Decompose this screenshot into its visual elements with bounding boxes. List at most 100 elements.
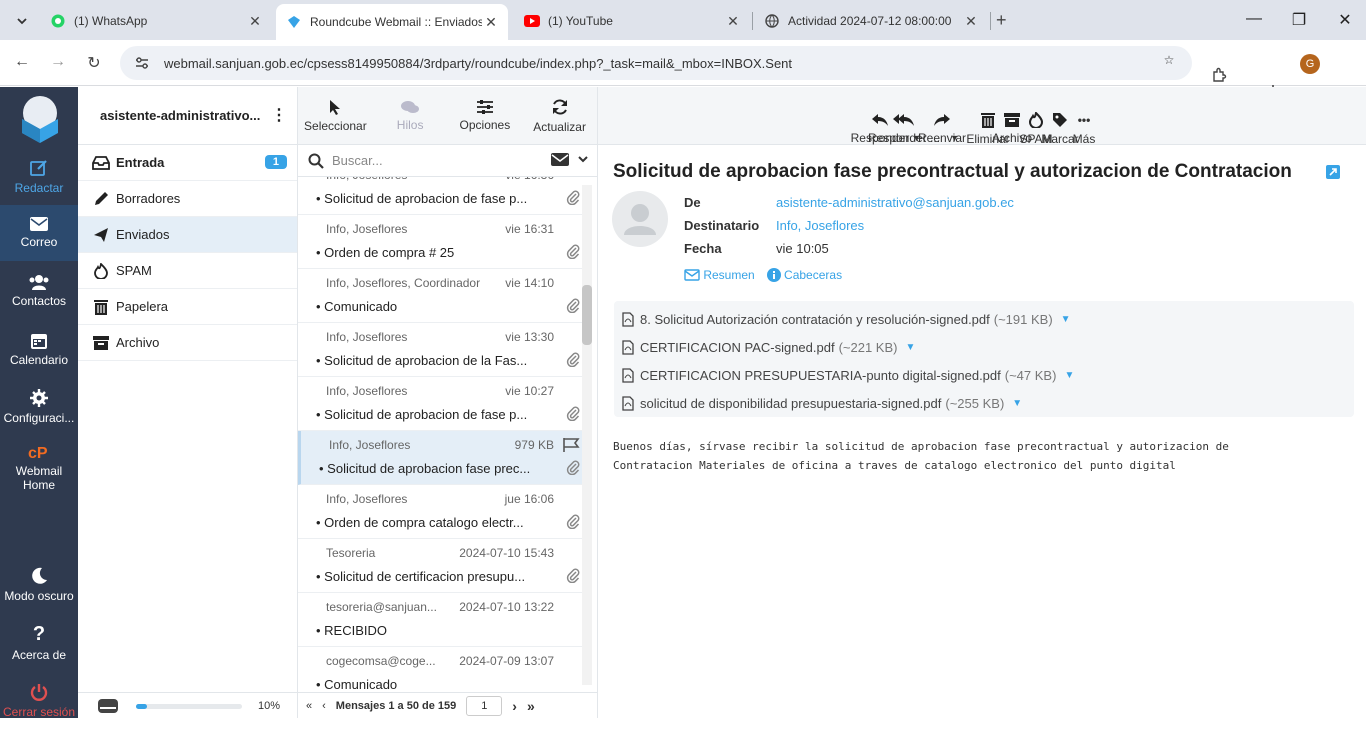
- attachment-menu-icon[interactable]: ▼: [1061, 314, 1071, 325]
- back-button[interactable]: ←: [12, 53, 32, 71]
- maximize-button[interactable]: ❐: [1289, 10, 1309, 30]
- help-icon: ?: [32, 623, 46, 645]
- attachment-item[interactable]: 8. Solicitud Autorización contratación y…: [614, 305, 1354, 333]
- folder-sent[interactable]: Enviados: [78, 217, 297, 253]
- reading-pane: Responder Responder ... ▼ Reenviar ▼ Eli…: [598, 87, 1366, 718]
- minimize-button[interactable]: —: [1244, 10, 1264, 28]
- mark-button[interactable]: Marcar: [1041, 112, 1079, 146]
- headers-link[interactable]: Cabeceras: [766, 268, 843, 282]
- close-tab-button[interactable]: ✕: [246, 13, 264, 30]
- more-button[interactable]: ••• Más: [1073, 112, 1096, 146]
- paperclip-icon: [566, 189, 580, 205]
- envelope-filter-icon[interactable]: [551, 153, 569, 166]
- message-row[interactable]: cogecomsa@coge... 2024-07-09 13:07 • Comun…: [298, 647, 588, 692]
- folder-inbox[interactable]: Entrada 1: [78, 145, 297, 181]
- button-label: Actualizar: [533, 119, 586, 134]
- folder-spam[interactable]: SPAM: [78, 253, 297, 289]
- to-address[interactable]: Info, Joseflores: [776, 218, 864, 233]
- refresh-button[interactable]: Actualizar: [522, 87, 597, 144]
- message-row[interactable]: Info, Joseflores 979 KB • Solicitud de apr…: [298, 431, 588, 485]
- folder-drafts[interactable]: Borradores: [78, 181, 297, 217]
- reload-button[interactable]: ↻: [84, 53, 104, 73]
- message-row[interactable]: Info, Joseflores vie 10:27 • Solicitud de …: [298, 377, 588, 431]
- message-date: 979 KB: [514, 438, 554, 452]
- select-button[interactable]: Seleccionar: [298, 87, 373, 144]
- attachment-item[interactable]: solicitud de disponibilidad presupuestar…: [614, 389, 1354, 417]
- chevron-down-icon[interactable]: [577, 153, 589, 166]
- search-bar[interactable]: Buscar...: [298, 145, 597, 177]
- nav-compose[interactable]: Redactar: [0, 149, 78, 205]
- message-row[interactable]: Info, Joseflores, Coordinador vie 14:10 • …: [298, 269, 588, 323]
- list-scrollbar[interactable]: [582, 185, 592, 685]
- summary-link[interactable]: Resumen: [684, 268, 755, 282]
- attachment-menu-icon[interactable]: ▼: [905, 342, 915, 353]
- message-subject: • Comunicado: [316, 677, 398, 692]
- tab-separator: [752, 12, 753, 30]
- close-window-button[interactable]: ✕: [1335, 10, 1355, 30]
- message-from: Info, Joseflores: [326, 492, 408, 506]
- site-info-icon[interactable]: [134, 56, 152, 70]
- reply-all-button[interactable]: Responder ... ▼: [868, 113, 940, 145]
- envelope-icon: [684, 269, 700, 281]
- tag-icon: [1052, 112, 1068, 128]
- nav-calendar[interactable]: Calendario: [0, 321, 78, 377]
- message-row[interactable]: Info, Joseflores vie 13:30 • Solicitud de …: [298, 323, 588, 377]
- folder-archive[interactable]: Archivo: [78, 325, 297, 361]
- open-new-window-icon[interactable]: [1326, 165, 1340, 179]
- bookmark-star-icon[interactable]: ☆: [1158, 53, 1180, 67]
- prev-page-button[interactable]: ‹: [322, 700, 326, 712]
- tab-search-button[interactable]: [10, 9, 34, 33]
- message-row[interactable]: Info, Joseflores vie 16:36 • Solicitud de …: [298, 177, 588, 215]
- threads-button[interactable]: Hilos: [373, 87, 448, 144]
- nav-mail[interactable]: Correo: [0, 205, 78, 261]
- message-row[interactable]: Info, Joseflores jue 16:06 • Orden de comp…: [298, 485, 588, 539]
- browser-tab-whatsapp[interactable]: (1) WhatsApp ✕: [40, 6, 272, 36]
- attachment-item[interactable]: CERTIFICACION PAC-signed.pdf (~221 KB) ▼: [614, 333, 1354, 361]
- cpanel-icon: cP: [28, 444, 50, 460]
- flag-icon[interactable]: [562, 437, 580, 453]
- close-tab-button[interactable]: ✕: [724, 13, 742, 30]
- forward-button[interactable]: Reenviar ▼: [918, 113, 966, 145]
- message-date: vie 10:27: [505, 384, 554, 398]
- profile-avatar[interactable]: G: [1300, 54, 1320, 74]
- nav-dark-mode[interactable]: Modo oscuro: [0, 557, 78, 613]
- close-tab-button[interactable]: ✕: [962, 13, 980, 30]
- body-line: Buenos días, sírvase recibir la solicitu…: [613, 440, 1229, 453]
- nav-label: Contactos: [11, 294, 67, 308]
- message-row[interactable]: Tesoreria 2024-07-10 15:43 • Solicitud de …: [298, 539, 588, 593]
- from-address[interactable]: asistente-administrativo@sanjuan.gob.ec: [776, 195, 1014, 210]
- message-row[interactable]: Info, Joseflores vie 16:31 • Orden de comp…: [298, 215, 588, 269]
- attachment-item[interactable]: CERTIFICACION PRESUPUESTARIA-punto digit…: [614, 361, 1354, 389]
- scroll-thumb[interactable]: [582, 285, 592, 345]
- summary-label: Resumen: [703, 268, 755, 282]
- page-input[interactable]: 1: [466, 695, 503, 716]
- browser-tab-youtube[interactable]: (1) YouTube ✕: [514, 6, 750, 36]
- options-button[interactable]: Opciones: [448, 87, 523, 144]
- first-page-button[interactable]: «: [306, 700, 312, 712]
- new-tab-button[interactable]: +: [996, 10, 1007, 31]
- nav-settings[interactable]: Configuraci...: [0, 379, 78, 435]
- nav-contacts[interactable]: Contactos: [0, 263, 78, 319]
- message-date: vie 13:30: [505, 330, 554, 344]
- attachment-menu-icon[interactable]: ▼: [1064, 370, 1074, 381]
- forward-button[interactable]: →: [48, 53, 68, 71]
- reply-all-icon: [893, 113, 915, 127]
- headers-label: Cabeceras: [784, 268, 843, 282]
- caret-down-icon[interactable]: ▼: [950, 133, 959, 143]
- address-bar[interactable]: webmail.sanjuan.gob.ec/cpsess8149950884/…: [120, 46, 1192, 80]
- browser-tab-actividad[interactable]: Actividad 2024-07-12 08:00:00 ✕: [754, 6, 988, 36]
- next-page-button[interactable]: ›: [512, 698, 517, 714]
- folder-options-icon[interactable]: ⋮: [271, 105, 287, 125]
- attachment-menu-icon[interactable]: ▼: [1012, 398, 1022, 409]
- folder-trash[interactable]: Papelera: [78, 289, 297, 325]
- close-tab-button[interactable]: ✕: [482, 14, 500, 31]
- message-row[interactable]: tesoreria@sanjuan... 2024-07-10 13:22 • RE…: [298, 593, 588, 647]
- nav-logout[interactable]: Cerrar sesión: [0, 673, 78, 729]
- folder-label: Enviados: [116, 227, 170, 242]
- last-page-button[interactable]: »: [527, 698, 535, 714]
- extensions-icon[interactable]: [1208, 67, 1230, 83]
- svg-text:cP: cP: [28, 445, 48, 460]
- browser-tab-roundcube[interactable]: Roundcube Webmail :: Enviados ✕: [276, 4, 508, 40]
- nav-webmail-home[interactable]: cP Webmail Home: [0, 437, 78, 499]
- nav-about[interactable]: ? Acerca de: [0, 615, 78, 671]
